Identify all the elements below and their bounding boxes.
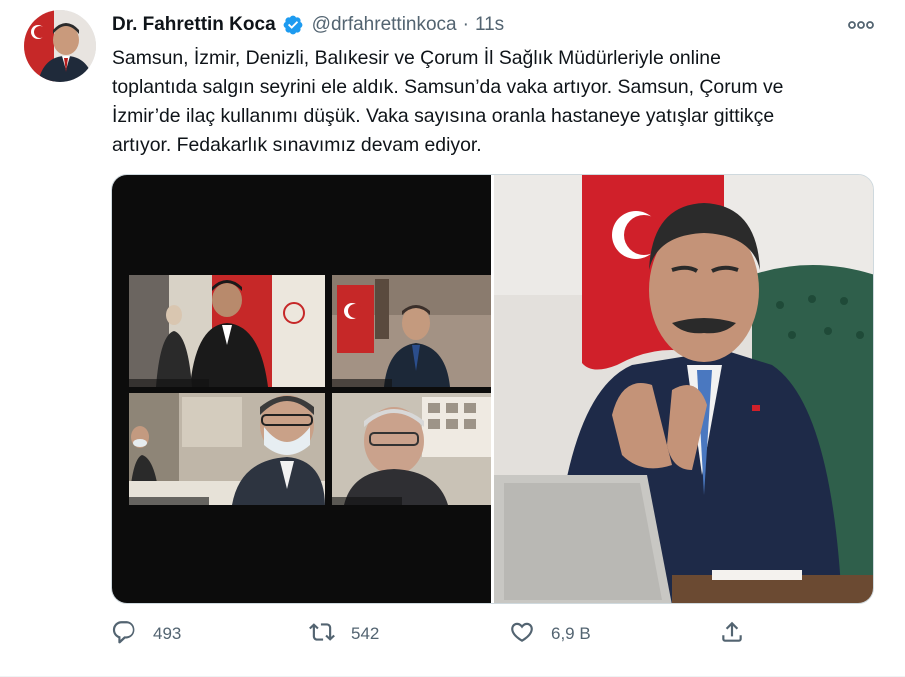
video-call-panel-2 <box>332 275 491 387</box>
share-button[interactable] <box>719 618 745 650</box>
tweet-media[interactable] <box>111 174 874 604</box>
reply-icon <box>111 619 137 650</box>
like-icon <box>509 619 535 650</box>
share-icon <box>719 619 745 650</box>
reply-button[interactable]: 493 <box>111 618 181 650</box>
reply-count: 493 <box>153 624 182 643</box>
video-call-panel-4 <box>332 393 491 505</box>
video-call-panel-1 <box>129 275 325 387</box>
tweet-card: Dr. Fahrettin Koca @drfahrettinkoca · 11… <box>0 0 905 677</box>
author-handle[interactable]: @drfahrettinkoca <box>312 14 457 36</box>
retweet-count: 542 <box>351 624 380 643</box>
tweet-timestamp[interactable]: 11s <box>475 14 504 36</box>
author-avatar[interactable] <box>24 10 96 82</box>
like-button[interactable]: 6,9 B <box>509 618 591 650</box>
verified-badge-icon <box>282 14 304 36</box>
video-call-panel-3 <box>129 393 325 505</box>
tweet-header: Dr. Fahrettin Koca @drfahrettinkoca · 11… <box>112 12 504 38</box>
more-options-icon[interactable] <box>847 14 875 36</box>
retweet-button[interactable]: 542 <box>309 618 379 650</box>
tweet-actions: 493 542 6,9 B <box>111 618 751 650</box>
tweet-text: Samsun, İzmir, Denizli, Balıkesir ve Çor… <box>112 47 784 156</box>
media-image-video-call[interactable] <box>112 175 491 604</box>
like-count: 6,9 B <box>551 624 591 643</box>
author-display-name[interactable]: Dr. Fahrettin Koca <box>112 14 276 36</box>
retweet-icon <box>309 619 335 650</box>
media-image-minister[interactable] <box>494 175 874 604</box>
header-separator: · <box>462 14 469 35</box>
